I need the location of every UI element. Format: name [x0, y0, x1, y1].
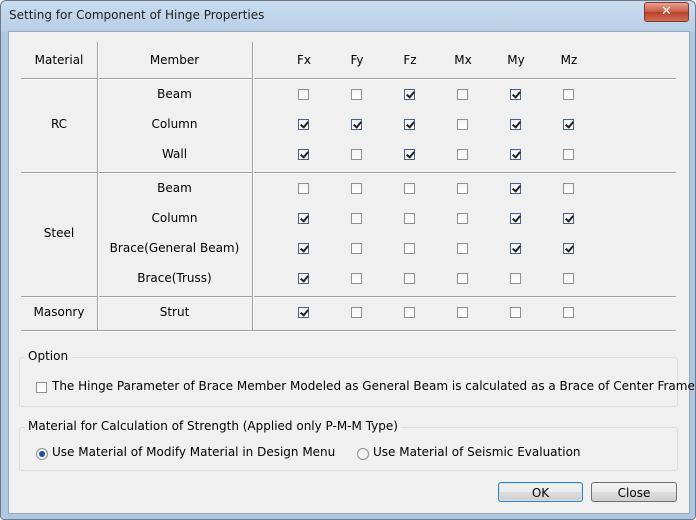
material-masonry: Masonry	[33, 305, 85, 319]
dialog-client-area: Material Member Fx Fy Fz Mx My Mz RC Beam Column Wa…	[8, 31, 695, 514]
header-my: My	[507, 53, 525, 67]
component-checkbox-mx[interactable]	[457, 243, 468, 254]
component-checkbox-my[interactable]	[510, 213, 521, 224]
component-checkbox-fx[interactable]	[298, 243, 309, 254]
component-checkbox-mx[interactable]	[457, 213, 468, 224]
component-checkbox-fy[interactable]	[351, 243, 362, 254]
component-checkbox-fy[interactable]	[351, 149, 362, 160]
header-material: Material	[34, 53, 84, 67]
component-checkbox-mx[interactable]	[457, 119, 468, 130]
component-checkbox-mx[interactable]	[457, 273, 468, 284]
group-divider-highlight	[21, 297, 676, 298]
brace-center-frame-checkbox[interactable]	[36, 382, 47, 393]
table-bottom-highlight	[21, 331, 676, 332]
component-checkbox-mz[interactable]	[563, 149, 574, 160]
component-checkbox-fz[interactable]	[404, 273, 415, 284]
seismic-evaluation-radio[interactable]	[357, 448, 369, 460]
hinge-component-table: Material Member Fx Fy Fz Mx My Mz RC Beam Column Wa…	[21, 42, 676, 349]
group-divider-highlight	[21, 173, 676, 174]
component-checkbox-mz[interactable]	[563, 307, 574, 318]
header-mz: Mz	[560, 53, 578, 67]
header-fz: Fz	[403, 53, 417, 67]
header-fx: Fx	[296, 53, 311, 67]
option-group-title: Option	[25, 349, 72, 363]
close-icon: ✕	[661, 4, 672, 19]
component-checkbox-mz[interactable]	[563, 89, 574, 100]
component-checkbox-fy[interactable]	[351, 119, 362, 130]
component-checkbox-fz[interactable]	[404, 213, 415, 224]
component-checkbox-mz[interactable]	[563, 119, 574, 130]
component-checkbox-mx[interactable]	[457, 183, 468, 194]
component-checkbox-fx[interactable]	[298, 307, 309, 318]
member-label: Strut	[159, 305, 190, 319]
component-checkbox-fx[interactable]	[298, 213, 309, 224]
column-divider-member-highlight	[253, 42, 254, 330]
modify-material-radio[interactable]	[36, 448, 48, 460]
component-checkbox-fz[interactable]	[404, 89, 415, 100]
component-checkbox-mz[interactable]	[563, 213, 574, 224]
component-checkbox-fx[interactable]	[298, 183, 309, 194]
member-label: Wall	[161, 147, 188, 161]
component-checkbox-my[interactable]	[510, 273, 521, 284]
component-checkbox-fx[interactable]	[298, 89, 309, 100]
title-bar[interactable]: Setting for Component of Hinge Propertie…	[1, 1, 695, 31]
component-checkbox-fx[interactable]	[298, 149, 309, 160]
dialog-window: Setting for Component of Hinge Propertie…	[0, 0, 696, 520]
material-steel: Steel	[43, 226, 75, 240]
component-checkbox-mx[interactable]	[457, 307, 468, 318]
member-label: Column	[151, 117, 198, 131]
material-rc: RC	[50, 117, 68, 131]
window-close-button[interactable]: ✕	[644, 2, 689, 22]
header-fy: Fy	[350, 53, 364, 67]
seismic-evaluation-radio-label: Use Material of Seismic Evaluation	[373, 445, 581, 459]
component-checkbox-mx[interactable]	[457, 149, 468, 160]
component-checkbox-mz[interactable]	[563, 183, 574, 194]
member-label: Beam	[157, 181, 192, 195]
member-label: Beam	[157, 87, 192, 101]
ok-button[interactable]: OK	[498, 482, 583, 502]
component-checkbox-mz[interactable]	[563, 243, 574, 254]
component-checkbox-fz[interactable]	[404, 183, 415, 194]
component-checkbox-my[interactable]	[510, 119, 521, 130]
component-checkbox-my[interactable]	[510, 183, 521, 194]
strength-material-group-title: Material for Calculation of Strength (Ap…	[25, 419, 401, 433]
window-title: Setting for Component of Hinge Propertie…	[9, 8, 265, 22]
component-checkbox-fz[interactable]	[404, 149, 415, 160]
header-divider-highlight	[21, 79, 676, 80]
member-label: Column	[151, 211, 198, 225]
component-checkbox-fy[interactable]	[351, 273, 362, 284]
component-checkbox-fy[interactable]	[351, 213, 362, 224]
component-checkbox-fy[interactable]	[351, 89, 362, 100]
component-checkbox-mx[interactable]	[457, 89, 468, 100]
header-member: Member	[149, 53, 200, 67]
component-checkbox-fz[interactable]	[404, 119, 415, 130]
component-checkbox-fy[interactable]	[351, 183, 362, 194]
component-checkbox-my[interactable]	[510, 307, 521, 318]
member-label: Brace(General Beam)	[109, 241, 240, 255]
close-button[interactable]: Close	[591, 482, 677, 502]
component-checkbox-fz[interactable]	[404, 307, 415, 318]
brace-center-frame-label: The Hinge Parameter of Brace Member Mode…	[52, 379, 695, 393]
column-divider-material-highlight	[98, 42, 99, 330]
component-checkbox-fy[interactable]	[351, 307, 362, 318]
member-label: Brace(Truss)	[137, 271, 212, 285]
option-group: Option The Hinge Parameter of Brace Memb…	[19, 349, 695, 407]
header-mx: Mx	[454, 53, 472, 67]
modify-material-radio-label: Use Material of Modify Material in Desig…	[52, 445, 336, 459]
component-checkbox-fz[interactable]	[404, 243, 415, 254]
strength-material-group: Material for Calculation of Strength (Ap…	[19, 419, 678, 471]
component-checkbox-my[interactable]	[510, 243, 521, 254]
component-checkbox-mz[interactable]	[563, 273, 574, 284]
component-checkbox-fx[interactable]	[298, 273, 309, 284]
component-checkbox-fx[interactable]	[298, 119, 309, 130]
component-checkbox-my[interactable]	[510, 149, 521, 160]
component-checkbox-my[interactable]	[510, 89, 521, 100]
